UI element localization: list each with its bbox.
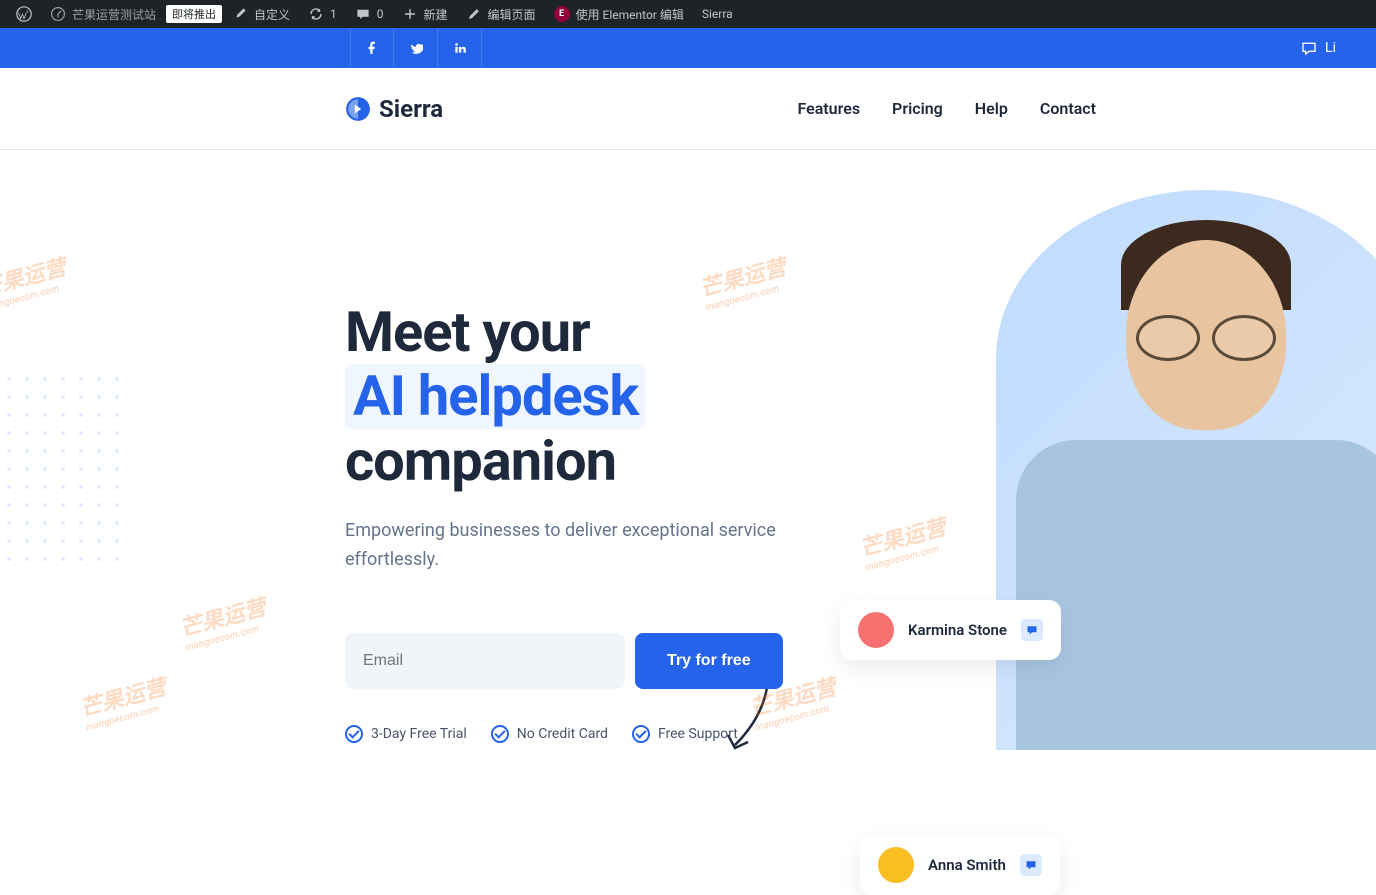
check-icon (491, 725, 509, 743)
check-icon (632, 725, 650, 743)
comment-icon (355, 6, 371, 22)
elementor-icon: E (554, 6, 570, 22)
logo-text: Sierra (379, 95, 443, 123)
dot-pattern-decoration (0, 370, 120, 570)
feature-nocard-text: No Credit Card (517, 726, 608, 742)
chat-bubble-icon (1020, 854, 1042, 876)
feature-trial-text: 3-Day Free Trial (371, 726, 467, 742)
edit-page-text: 编辑页面 (488, 6, 536, 23)
email-input[interactable] (345, 633, 625, 689)
try-free-button[interactable]: Try for free (635, 633, 783, 689)
comments-link[interactable]: 0 (347, 0, 392, 28)
watermark: 芒果运营mangoecom.com (76, 669, 172, 733)
customize-link[interactable]: 自定义 (224, 0, 298, 28)
feature-support: Free Support (632, 725, 738, 743)
avatar (858, 612, 894, 648)
user-link[interactable]: Sierra (694, 0, 741, 28)
feature-trial: 3-Day Free Trial (345, 725, 467, 743)
nav-pricing[interactable]: Pricing (892, 99, 943, 118)
elementor-text: 使用 Elementor 编辑 (576, 6, 684, 23)
facebook-link[interactable] (350, 28, 394, 68)
refresh-icon (308, 6, 324, 22)
updates-count: 1 (330, 7, 337, 21)
nav-contact[interactable]: Contact (1040, 99, 1096, 118)
new-text: 新建 (424, 6, 448, 23)
feature-nocard: No Credit Card (491, 725, 608, 743)
wp-admin-bar: 芒果运营测试站 即将推出 自定义 1 0 新建 编辑页面 E 使用 Elemen… (0, 0, 1376, 28)
site-header: Sierra Features Pricing Help Contact (0, 68, 1376, 150)
chat-card-name: Karmina Stone (908, 621, 1007, 639)
hero-title: Meet your AI helpdesk companion (345, 300, 865, 493)
elementor-edit-link[interactable]: E 使用 Elementor 编辑 (546, 0, 692, 28)
comments-count: 0 (377, 7, 384, 21)
twitter-link[interactable] (394, 28, 438, 68)
feature-support-text: Free Support (658, 726, 738, 742)
chat-card-anna: Anna Smith (860, 835, 1060, 895)
linkedin-icon (453, 41, 467, 55)
brush-icon (232, 6, 248, 22)
nav-features[interactable]: Features (797, 99, 860, 118)
site-name-text: 芒果运营测试站 (72, 6, 156, 23)
facebook-icon (365, 41, 379, 55)
site-name-link[interactable]: 芒果运营测试站 (42, 0, 164, 28)
watermark: 芒果运营mangoecom.com (176, 589, 272, 653)
social-right-link[interactable]: Li (1301, 40, 1336, 56)
hero-features: 3-Day Free Trial No Credit Card Free Sup… (345, 725, 865, 743)
hero-person-image (996, 190, 1376, 750)
customize-text: 自定义 (254, 6, 290, 23)
user-text: Sierra (702, 7, 733, 21)
edit-page-link[interactable]: 编辑页面 (458, 0, 544, 28)
watermark: 芒果运营mangoecom.com (856, 509, 952, 573)
top-social-bar: Li (0, 28, 1376, 68)
new-content-link[interactable]: 新建 (394, 0, 456, 28)
pencil-icon (466, 6, 482, 22)
logo[interactable]: Sierra (345, 95, 443, 123)
logo-icon (345, 96, 371, 122)
hero-section: Meet your AI helpdesk companion Empoweri… (0, 150, 1376, 758)
wordpress-icon (16, 6, 32, 22)
linkedin-link[interactable] (438, 28, 482, 68)
avatar (878, 847, 914, 883)
chat-card-karmina: Karmina Stone (840, 600, 1061, 660)
hero-title-highlight: AI helpdesk (345, 364, 646, 428)
main-nav: Features Pricing Help Contact (797, 99, 1096, 118)
social-icons-group (350, 28, 482, 68)
twitter-icon (409, 41, 423, 55)
check-icon (345, 725, 363, 743)
hero-title-line1: Meet your (345, 299, 590, 365)
hero-title-line3: companion (345, 428, 616, 494)
wp-logo[interactable] (8, 0, 40, 28)
dashboard-icon (50, 6, 66, 22)
plus-icon (402, 6, 418, 22)
chat-bubble-icon (1021, 619, 1043, 641)
updates-link[interactable]: 1 (300, 0, 345, 28)
social-right-text: Li (1325, 40, 1336, 56)
email-signup-form: Try for free (345, 633, 865, 689)
hero-subtitle: Empowering businesses to deliver excepti… (345, 517, 865, 575)
coming-soon-badge[interactable]: 即将推出 (166, 5, 222, 23)
chat-card-name: Anna Smith (928, 856, 1006, 874)
chat-icon (1301, 40, 1317, 56)
nav-help[interactable]: Help (975, 99, 1008, 118)
watermark: 芒果运营mangoecom.com (0, 249, 72, 313)
